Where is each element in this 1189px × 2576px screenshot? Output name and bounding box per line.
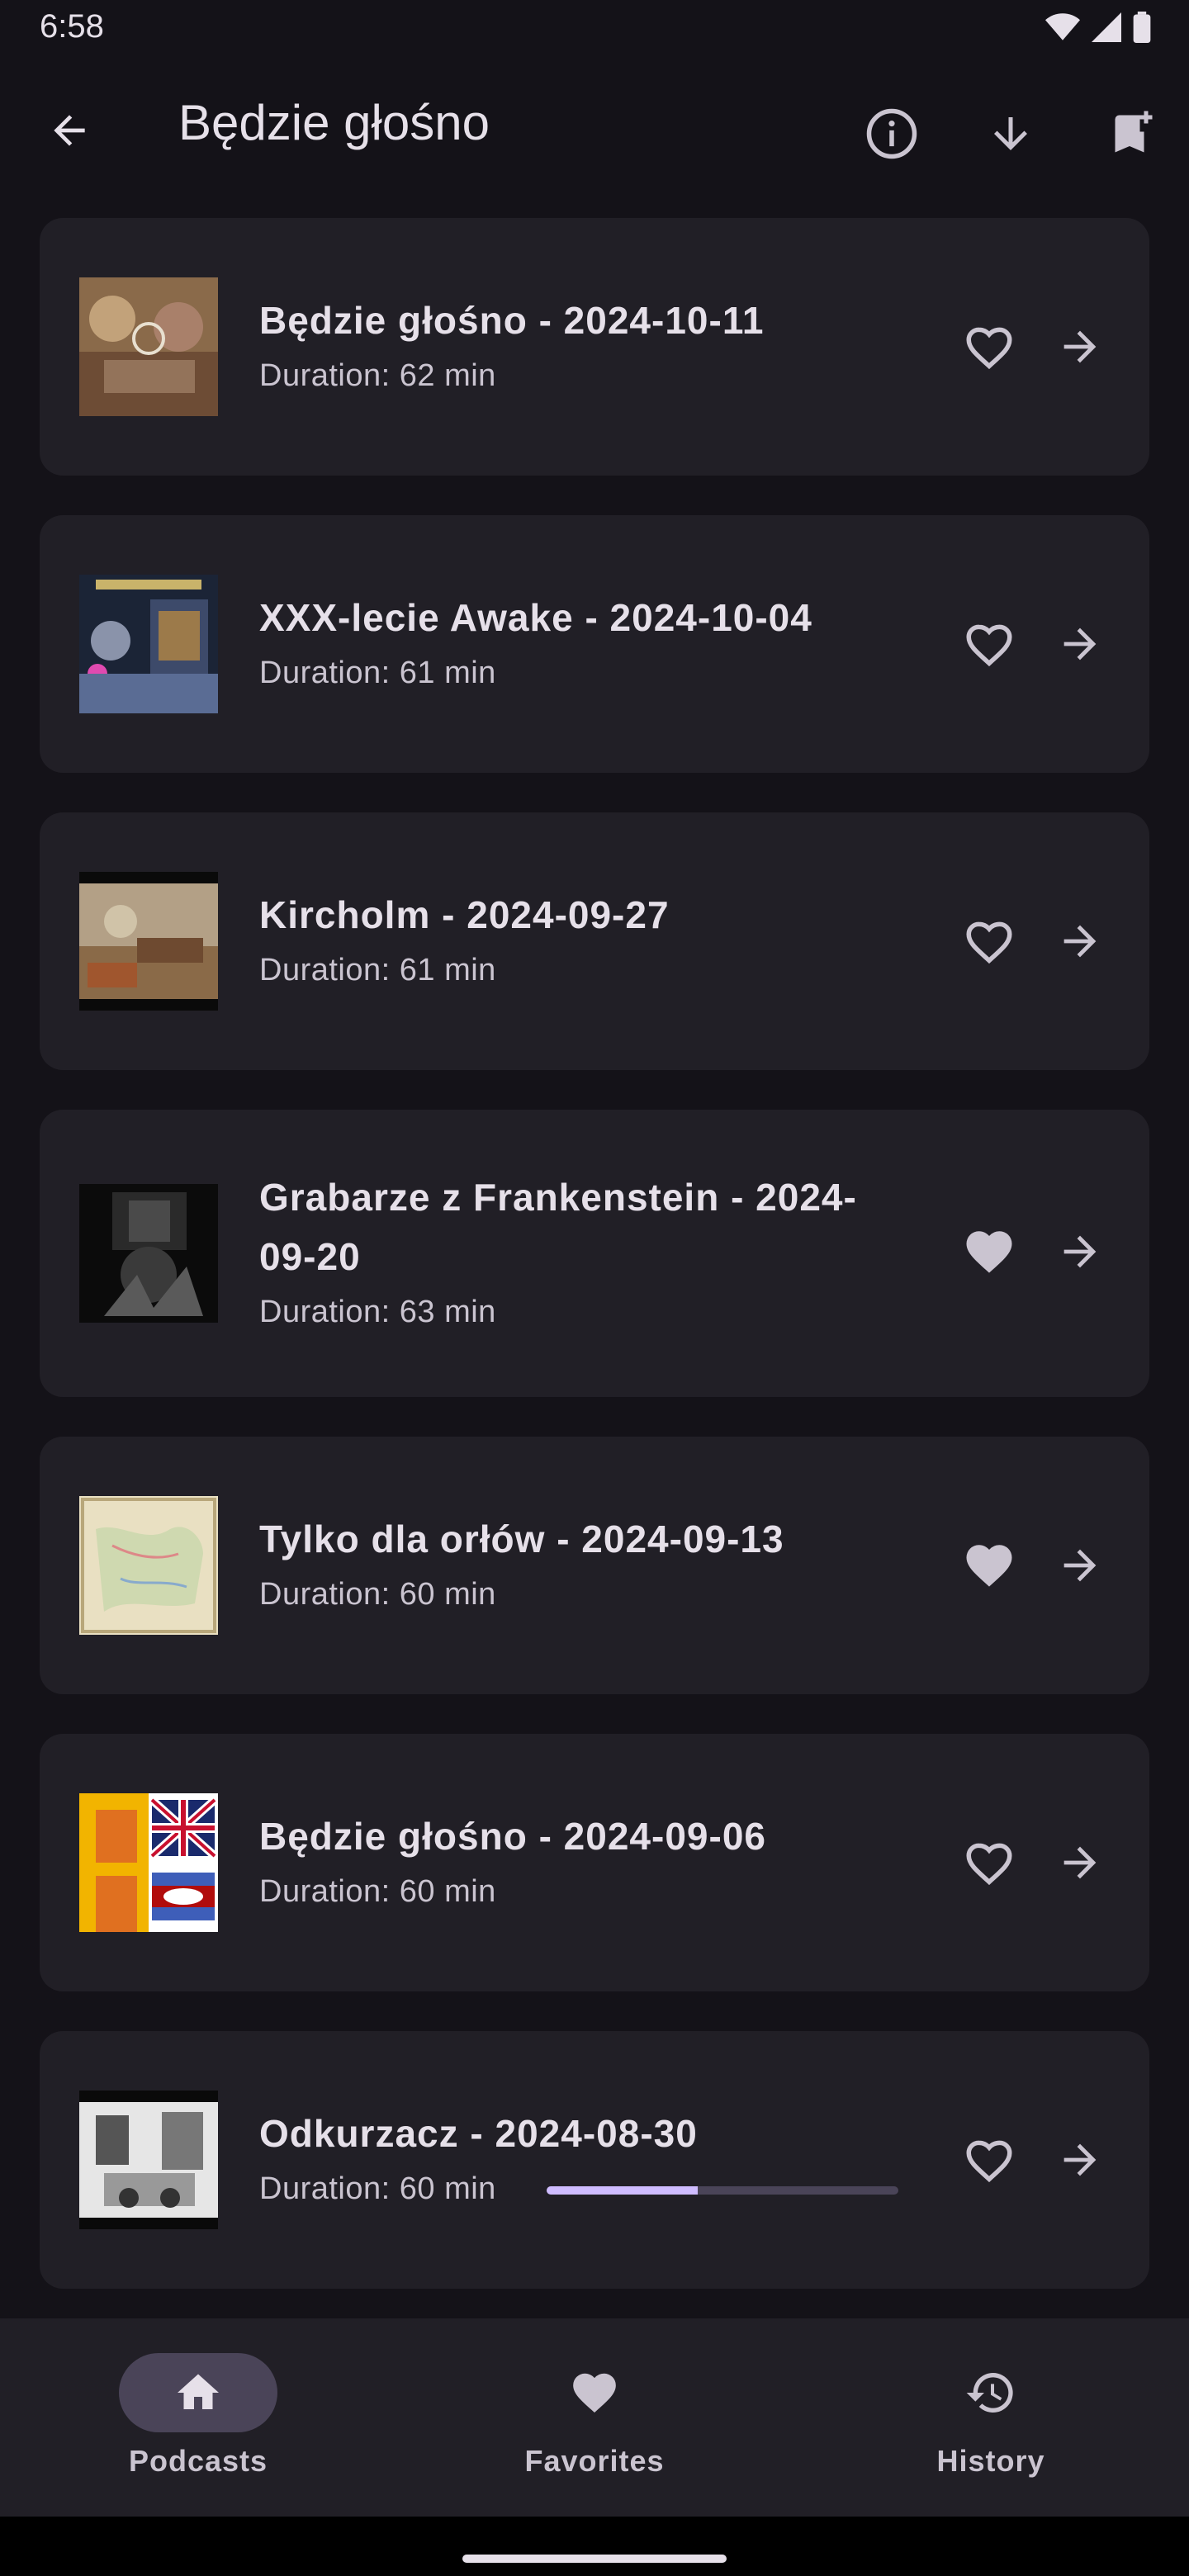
heart-outline-icon xyxy=(966,1843,1012,1886)
info-icon xyxy=(866,108,917,159)
home-icon xyxy=(178,2374,219,2409)
heart-outline-icon xyxy=(966,327,1012,370)
episode-duration: Duration: 61 min xyxy=(259,953,496,987)
bookmark-add-icon xyxy=(1115,111,1153,153)
open-episode-button[interactable] xyxy=(1049,1831,1111,1894)
episode-title: XXX-lecie Awake - 2024-10-04 xyxy=(259,596,812,639)
episode-card[interactable]: Tylko dla orłów - 2024-09-13 Duration: 6… xyxy=(40,1437,1149,1694)
signal-icon xyxy=(1092,12,1121,42)
nav-podcasts[interactable]: Podcasts xyxy=(50,2353,347,2479)
top-app-bar: Będzie głośno xyxy=(0,74,1189,182)
favorite-button[interactable] xyxy=(958,910,1021,973)
arrow-forward-icon xyxy=(1063,627,1097,661)
episode-artwork xyxy=(79,872,218,1011)
status-bar: 6:58 xyxy=(0,0,1189,58)
favorite-button[interactable] xyxy=(958,1831,1021,1894)
arrow-forward-icon xyxy=(1063,925,1097,958)
open-episode-button[interactable] xyxy=(1049,1534,1111,1597)
open-episode-button[interactable] xyxy=(1049,315,1111,378)
wifi-icon xyxy=(1045,13,1080,40)
bookmark-add-button[interactable] xyxy=(1097,101,1163,167)
episode-card[interactable]: XXX-lecie Awake - 2024-10-04 Duration: 6… xyxy=(40,515,1149,773)
arrow-down-icon xyxy=(994,117,1027,150)
heart-outline-icon xyxy=(966,624,1012,667)
arrow-forward-icon xyxy=(1063,1549,1097,1582)
open-episode-button[interactable] xyxy=(1049,613,1111,675)
status-time: 6:58 xyxy=(40,8,104,45)
episode-duration: Duration: 62 min xyxy=(259,358,496,393)
heart-icon xyxy=(573,2373,616,2413)
download-button[interactable] xyxy=(978,101,1044,167)
nav-history[interactable]: History xyxy=(842,2353,1139,2479)
bottom-navigation: Podcasts Favorites History xyxy=(0,2318,1189,2517)
episode-duration: Duration: 60 min xyxy=(259,1577,496,1612)
arrow-back-icon xyxy=(54,115,85,146)
episode-card[interactable]: Będzie głośno - 2024-10-11 Duration: 62 … xyxy=(40,218,1149,476)
arrow-forward-icon xyxy=(1063,330,1097,363)
arrow-forward-icon xyxy=(1063,1235,1097,1268)
episode-title: Tylko dla orłów - 2024-09-13 xyxy=(259,1518,784,1560)
episode-title: Grabarze z Frankenstein - 2024-09-20 xyxy=(259,1176,857,1278)
heart-filled-icon xyxy=(966,1545,1012,1587)
episode-artwork xyxy=(79,277,218,416)
favorite-button[interactable] xyxy=(958,2129,1021,2191)
nav-label: History xyxy=(936,2444,1045,2478)
episode-title: Będzie głośno - 2024-10-11 xyxy=(259,299,765,342)
playback-progress-fill xyxy=(547,2186,699,2195)
info-button[interactable] xyxy=(859,101,925,167)
episode-card[interactable]: Będzie głośno - 2024-09-06 Duration: 60 … xyxy=(40,1734,1149,1991)
back-button[interactable] xyxy=(40,101,99,160)
heart-outline-icon xyxy=(966,2140,1012,2183)
nav-label: Podcasts xyxy=(128,2444,268,2478)
episode-title: Kircholm - 2024-09-27 xyxy=(259,893,670,936)
playback-progress xyxy=(547,2186,898,2195)
history-icon xyxy=(966,2373,1013,2413)
battery-icon xyxy=(1133,12,1151,43)
nav-favorites[interactable]: Favorites xyxy=(446,2353,743,2479)
episode-card[interactable]: Kircholm - 2024-09-27 Duration: 61 min xyxy=(40,812,1149,1070)
episode-duration: Duration: 60 min xyxy=(259,1874,496,1909)
open-episode-button[interactable] xyxy=(1049,1220,1111,1283)
episode-title: Odkurzacz - 2024-08-30 xyxy=(259,2112,698,2155)
heart-filled-icon xyxy=(966,1231,1012,1273)
favorite-button[interactable] xyxy=(958,315,1021,378)
arrow-forward-icon xyxy=(1063,1846,1097,1879)
heart-outline-icon xyxy=(966,921,1012,964)
system-gesture-area xyxy=(0,2517,1189,2576)
episode-title: Będzie głośno - 2024-09-06 xyxy=(259,1815,766,1858)
favorite-button[interactable] xyxy=(958,613,1021,675)
open-episode-button[interactable] xyxy=(1049,2129,1111,2191)
episode-duration: Duration: 61 min xyxy=(259,656,496,690)
episode-artwork xyxy=(79,1496,218,1635)
favorite-button[interactable] xyxy=(958,1534,1021,1597)
episode-card[interactable]: Odkurzacz - 2024-08-30 Duration: 60 min xyxy=(40,2031,1149,2289)
page-title: Będzie głośno xyxy=(178,95,490,150)
episode-duration: Duration: 60 min xyxy=(259,2171,496,2206)
episode-card[interactable]: Grabarze z Frankenstein - 2024-09-20 Dur… xyxy=(40,1110,1149,1397)
episode-duration: Duration: 63 min xyxy=(259,1295,496,1329)
arrow-forward-icon xyxy=(1063,2143,1097,2176)
episode-artwork xyxy=(79,1184,218,1323)
open-episode-button[interactable] xyxy=(1049,910,1111,973)
episode-artwork xyxy=(79,2091,218,2229)
episode-artwork xyxy=(79,1793,218,1932)
nav-label: Favorites xyxy=(524,2444,665,2478)
gesture-handle[interactable] xyxy=(462,2555,727,2563)
favorite-button[interactable] xyxy=(958,1220,1021,1283)
episode-artwork xyxy=(79,575,218,713)
